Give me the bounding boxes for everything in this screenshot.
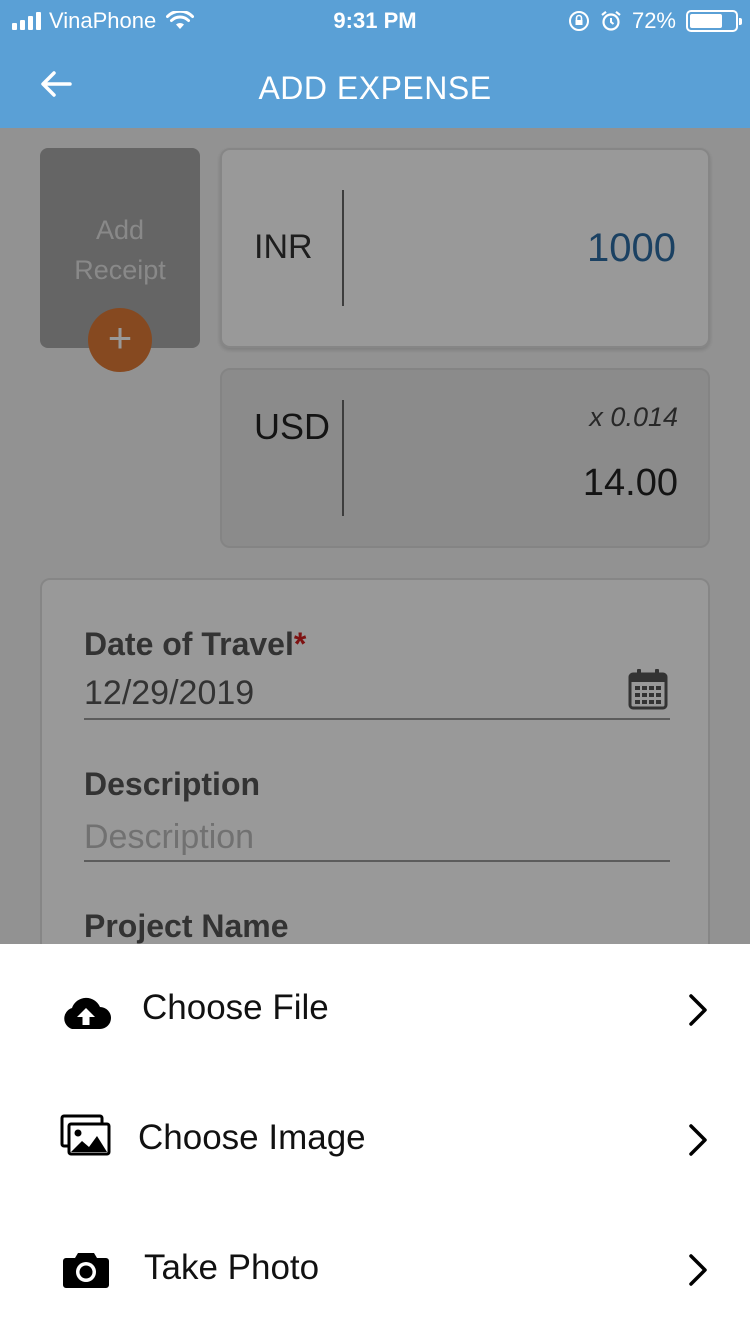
choose-image-option[interactable]: Choose Image <box>0 1074 750 1204</box>
attachment-sheet: Choose File Choose Image Take Photo <box>0 944 750 1334</box>
take-photo-option[interactable]: Take Photo <box>0 1204 750 1334</box>
battery-percent: 72% <box>631 8 676 33</box>
page-title: ADD EXPENSE <box>258 70 492 106</box>
modal-backdrop[interactable] <box>0 128 750 944</box>
status-right: 72% <box>568 8 742 34</box>
status-bar: VinaPhone 9:31 PM 72% <box>0 0 750 40</box>
battery-icon <box>686 10 742 32</box>
cloud-upload-icon <box>64 997 111 1029</box>
images-icon <box>60 1114 111 1156</box>
chevron-right-icon <box>689 994 707 1026</box>
choose-file-option[interactable]: Choose File <box>0 944 750 1074</box>
choose-image-label: Choose Image <box>138 1118 366 1157</box>
camera-icon <box>63 1253 109 1288</box>
take-photo-label: Take Photo <box>144 1248 320 1287</box>
choose-file-label: Choose File <box>142 988 329 1027</box>
app-bar: ADD EXPENSE <box>0 40 750 128</box>
chevron-right-icon <box>689 1254 707 1286</box>
chevron-right-icon <box>689 1124 707 1156</box>
alarm-icon <box>601 10 621 31</box>
rotation-lock-icon <box>568 11 589 31</box>
